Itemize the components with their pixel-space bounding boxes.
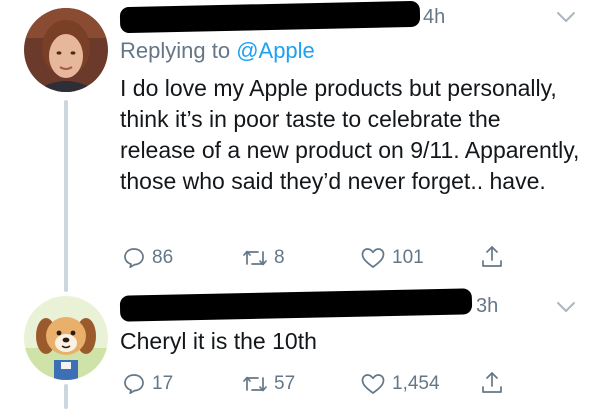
like-button[interactable]: 1,454 xyxy=(360,372,440,396)
avatar-illustration xyxy=(24,296,108,380)
redacted-display-name xyxy=(119,288,473,322)
redacted-display-name xyxy=(119,0,421,34)
like-button[interactable]: 101 xyxy=(360,246,424,270)
retweet-count: 57 xyxy=(274,373,296,394)
heart-outline-icon xyxy=(361,248,385,268)
avatar-animal-crossing-dog[interactable] xyxy=(24,296,108,380)
retweet-arrows-icon xyxy=(243,250,267,266)
tweet-text: I do love my Apple products but personal… xyxy=(120,75,580,194)
thread-line-top xyxy=(64,100,68,292)
share-upload-icon[interactable] xyxy=(480,370,504,396)
reply-button[interactable]: 86 xyxy=(122,246,173,270)
reply-count: 17 xyxy=(152,373,174,394)
tweet-timestamp[interactable]: 3h xyxy=(476,295,498,318)
retweet-button[interactable]: 57 xyxy=(242,372,295,396)
reply-count: 86 xyxy=(152,247,174,268)
replying-to: Replying to @Apple xyxy=(120,38,315,64)
avatar-photo xyxy=(24,8,108,92)
tweet-text: Cheryl it is the 10th xyxy=(120,328,317,354)
thread-line-bottom xyxy=(64,384,68,409)
replying-handle-link[interactable]: @Apple xyxy=(236,38,315,63)
heart-outline-icon xyxy=(361,374,385,394)
speech-bubble-icon xyxy=(124,374,144,395)
tweet-timestamp[interactable]: 4h xyxy=(423,6,445,29)
retweet-count: 8 xyxy=(274,247,285,268)
reply-button[interactable]: 17 xyxy=(122,372,173,396)
like-count: 1,454 xyxy=(392,373,440,394)
retweet-arrows-icon xyxy=(243,376,267,392)
like-count: 101 xyxy=(392,247,424,268)
chevron-down-icon[interactable] xyxy=(556,300,576,314)
chevron-down-icon[interactable] xyxy=(556,10,576,24)
avatar-cheryl[interactable] xyxy=(24,8,108,92)
replying-prefix: Replying to xyxy=(120,38,237,63)
speech-bubble-icon xyxy=(124,248,144,269)
share-upload-icon[interactable] xyxy=(480,244,504,270)
retweet-button[interactable]: 8 xyxy=(242,246,285,270)
